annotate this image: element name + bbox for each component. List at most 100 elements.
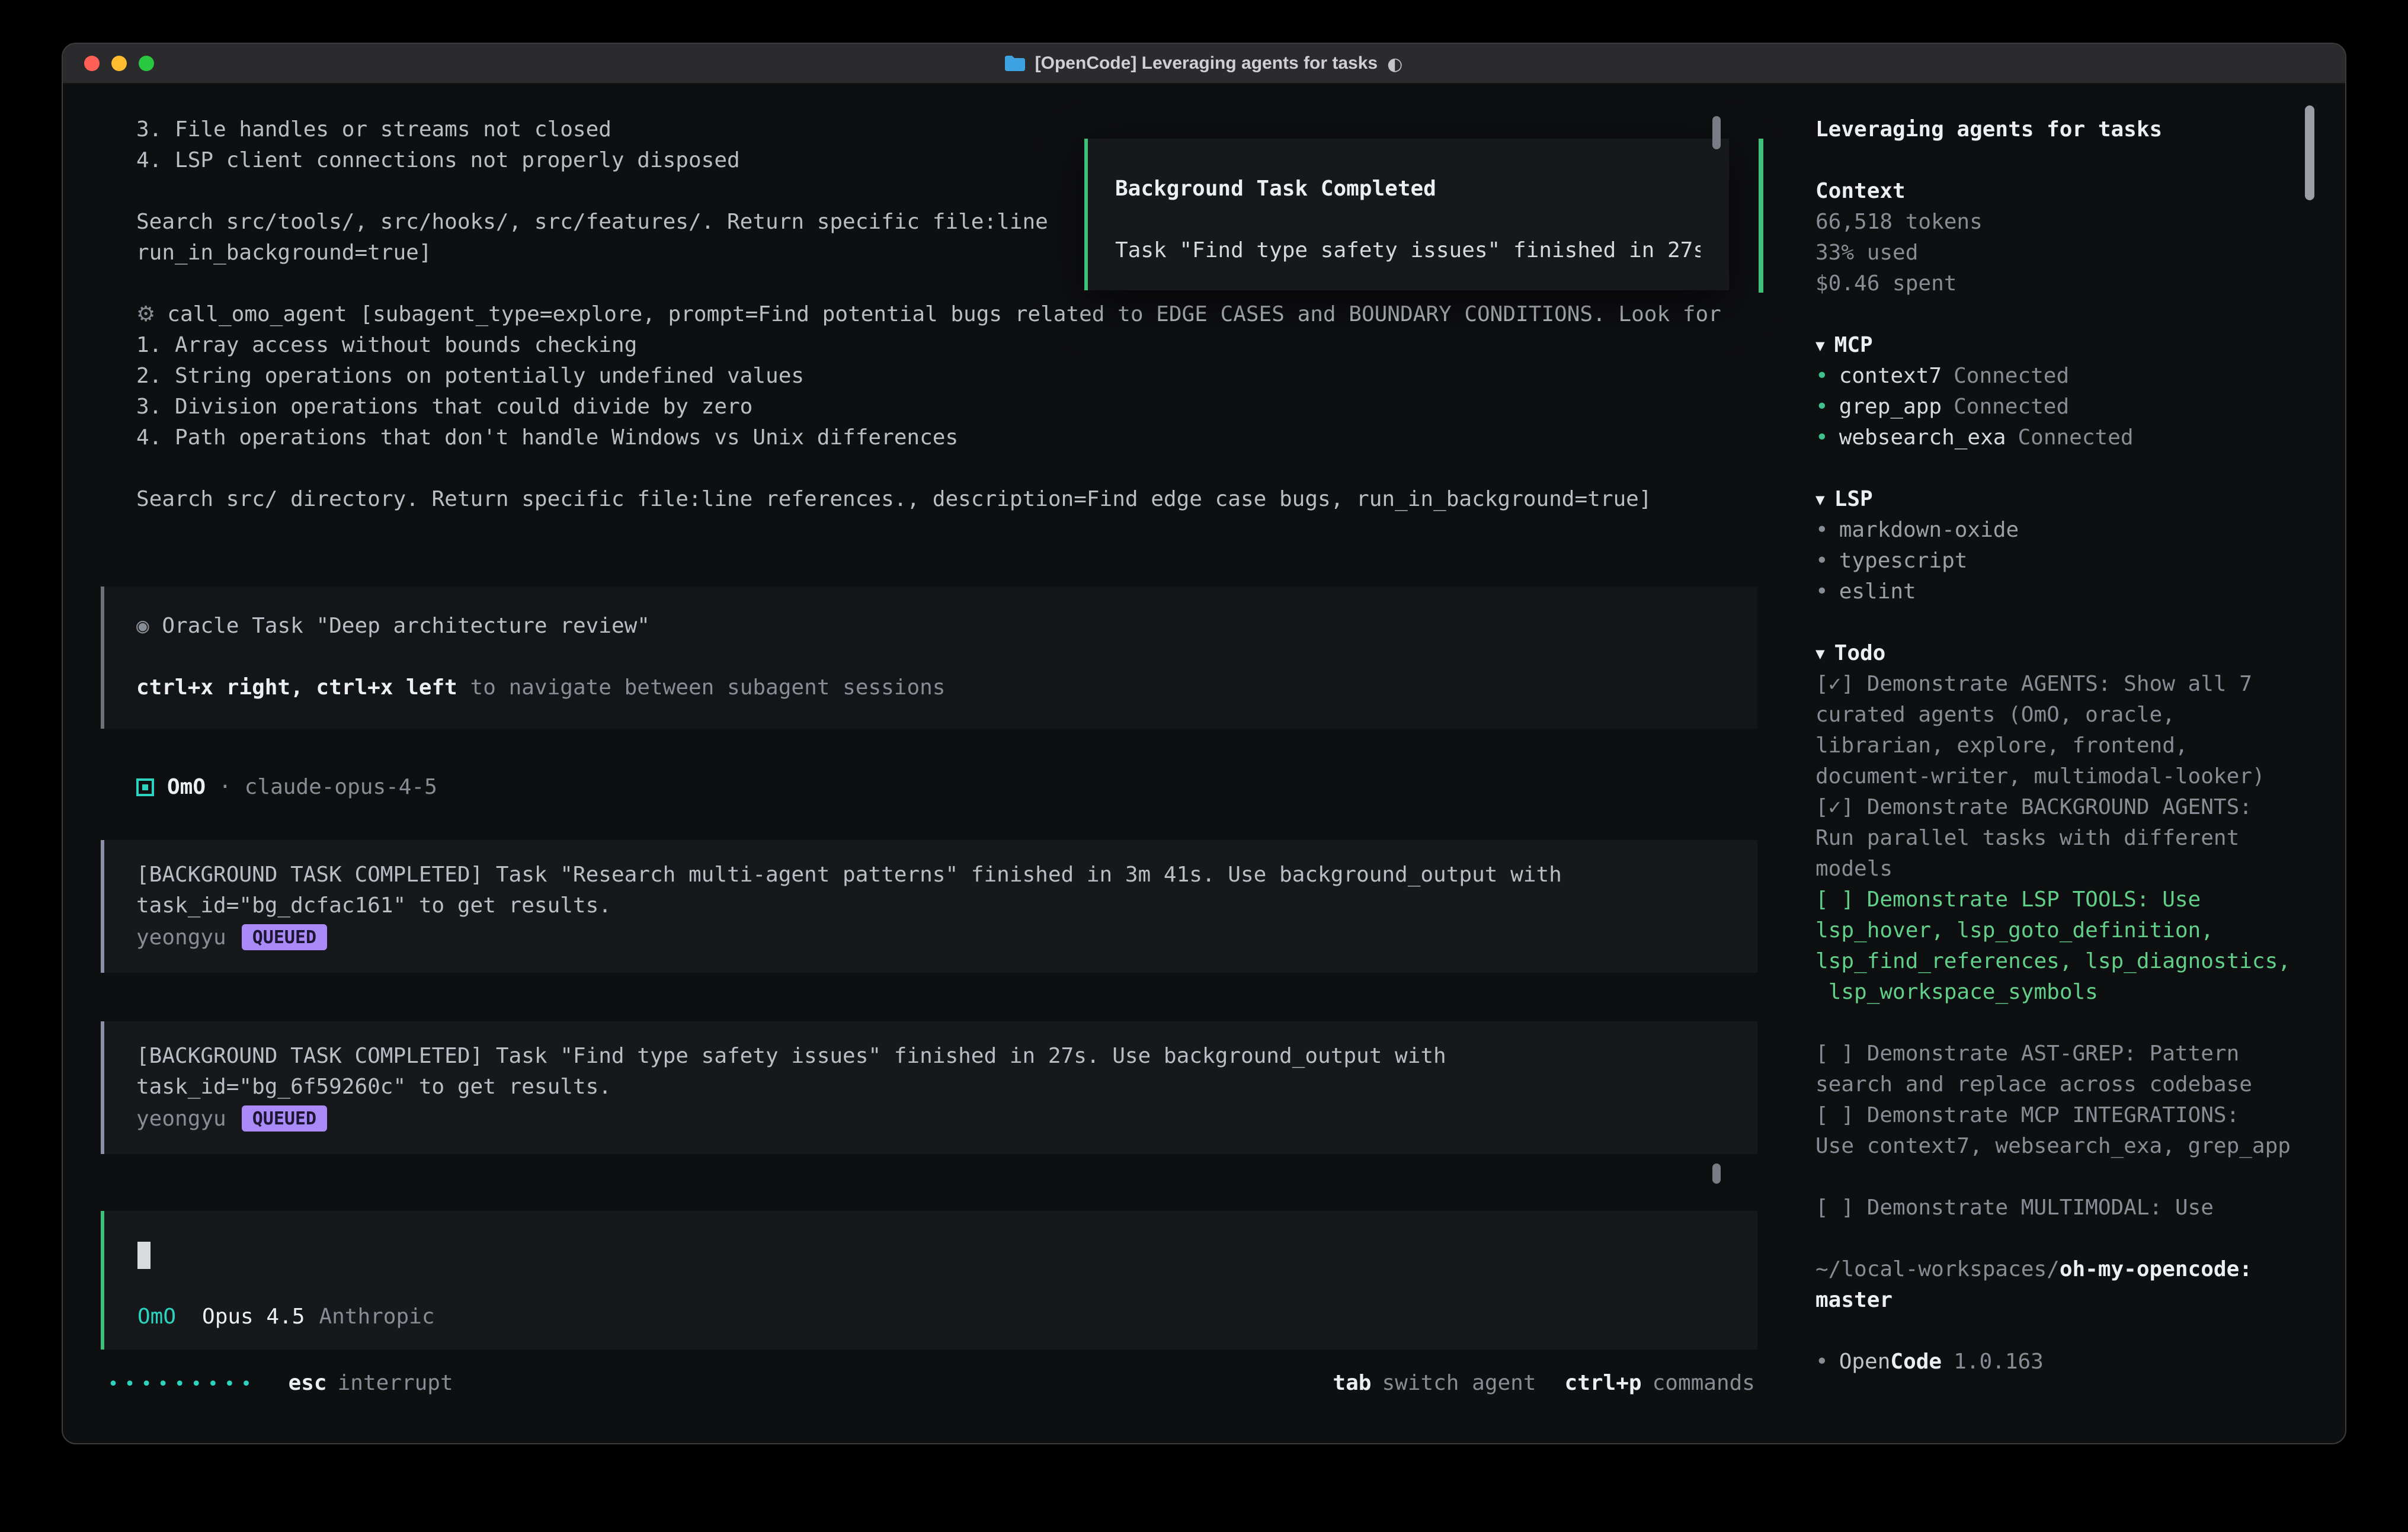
message-meta: yeongyu QUEUED [136, 1103, 1729, 1134]
mcp-status: Connected [1954, 364, 2069, 389]
close-button[interactable] [84, 56, 100, 71]
status-right: tab switch agent ctrl+p commands [1333, 1368, 1755, 1399]
todo-item: [✓] Demonstrate AGENTS: Show all 7 curat… [1815, 669, 2312, 793]
mcp-status: Connected [1954, 395, 2069, 419]
chat-pane: 3. File handles or streams not closed 4.… [63, 84, 1793, 1444]
notification-title: Background Task Completed [1115, 174, 1701, 205]
lsp-section-header[interactable]: ▼LSP [1815, 485, 2312, 515]
agent-name: OmO [167, 774, 206, 799]
sidebar-scrollbar-thumb[interactable] [2305, 105, 2314, 200]
text-cursor [137, 1242, 150, 1269]
todo-section-header[interactable]: ▼Todo [1815, 639, 2312, 669]
message-text: task_id="bg_dcfac161" to get results. [136, 891, 1729, 922]
mcp-item: •grep_appConnected [1815, 392, 2312, 423]
traffic-lights [84, 56, 154, 71]
bullet-icon: • [1815, 549, 1829, 573]
window-title-text: [OpenCode] Leveraging agents for tasks [1035, 53, 1378, 73]
chevron-down-icon: ▼ [1815, 332, 1825, 361]
background-task-message: [BACKGROUND TASK COMPLETED] Task "Resear… [101, 840, 1757, 973]
screen: [OpenCode] Leveraging agents for tasks ◐… [0, 0, 2408, 1532]
lsp-name: typescript [1839, 549, 1968, 573]
zoom-button[interactable] [139, 56, 154, 71]
prompt-input[interactable]: OmO Opus 4.5 Anthropic [101, 1211, 1757, 1350]
model-indicator: OmO Opus 4.5 Anthropic [137, 1302, 1757, 1333]
queued-badge: QUEUED [242, 924, 327, 950]
lsp-item: • typescript [1815, 546, 2312, 577]
terminal-line: 1. Array access without bounds checking [101, 331, 1757, 361]
tool-call-text: call_omo_agent [subagent_type=explore, p… [167, 302, 1721, 327]
model-provider: Anthropic [319, 1302, 434, 1333]
session-title: Leveraging agents for tasks [1815, 115, 2312, 146]
message-author: yeongyu [136, 925, 226, 950]
active-agent: OmO [137, 1302, 176, 1333]
tab-key-label: switch agent [1382, 1368, 1536, 1399]
ctrlp-key-hint: ctrl+p [1565, 1368, 1642, 1399]
mcp-status: Connected [2018, 425, 2133, 450]
message-text: [BACKGROUND TASK COMPLETED] Task "Resear… [136, 860, 1729, 891]
mcp-name: websearch_exa [1839, 425, 2006, 450]
window-title: [OpenCode] Leveraging agents for tasks ◐ [63, 44, 2345, 83]
minimize-button[interactable] [111, 56, 127, 71]
spinner-dots: ••••••••• [108, 1368, 258, 1399]
esc-key-hint: esc [289, 1368, 327, 1399]
ctrlp-key-label: commands [1653, 1368, 1755, 1399]
todo-item: [ ] Demonstrate MULTIMODAL: Use [1815, 1193, 2312, 1224]
chevron-down-icon: ▼ [1815, 486, 1825, 515]
lsp-name: markdown-oxide [1839, 518, 2019, 543]
tool-call-line: ⚙ call_omo_agent [subagent_type=explore, … [101, 300, 1757, 331]
terminal-line: 3. Division operations that could divide… [101, 392, 1757, 423]
terminal-line: 4. Path operations that don't handle Win… [101, 423, 1757, 454]
bullet-icon: • [1815, 1350, 1829, 1374]
gear-icon: ⚙ [136, 302, 155, 327]
bullet-icon: • [1815, 395, 1829, 419]
session-sidebar: Leveraging agents for tasks Context 66,5… [1793, 84, 2345, 1444]
todo-item-active: [ ] Demonstrate LSP TOOLS: Use lsp_hover… [1815, 885, 2312, 1008]
todo-item: [ ] Demonstrate MCP INTEGRATIONS: Use co… [1815, 1101, 2312, 1162]
bullet-icon: • [1815, 579, 1829, 604]
bullet-icon: • [1815, 364, 1829, 389]
scrollbar-thumb[interactable] [1712, 116, 1721, 149]
workspace-path: ~/local-workspaces/oh-my-opencode: [1815, 1255, 2312, 1286]
context-heading: Context [1815, 177, 2312, 207]
separator-dot: · [219, 774, 232, 799]
context-tokens: 66,518 tokens [1815, 207, 2312, 238]
context-spent: $0.46 spent [1815, 269, 2312, 300]
tab-key-hint: tab [1333, 1368, 1371, 1399]
context-used: 33% used [1815, 238, 2312, 269]
notification-body: Task "Find type safety issues" finished … [1115, 236, 1701, 267]
chevron-down-icon: ▼ [1815, 640, 1825, 669]
mcp-section-header[interactable]: ▼MCP [1815, 331, 2312, 361]
omo-agent-icon [136, 778, 154, 796]
message-meta: yeongyu QUEUED [136, 922, 1729, 953]
esc-key-label: interrupt [338, 1368, 453, 1399]
toast-notification: Background Task Completed Task "Find typ… [1084, 139, 1729, 290]
opencode-window: [OpenCode] Leveraging agents for tasks ◐… [62, 43, 2346, 1444]
shortcut-description: to navigate between subagent sessions [457, 675, 946, 700]
lsp-name: eslint [1839, 579, 1916, 604]
app-version: •OpenCode1.0.163 [1815, 1347, 2312, 1378]
notification-accent-bar [1759, 139, 1763, 293]
mcp-name: context7 [1839, 364, 1942, 389]
oracle-task-panel: ◉ Oracle Task "Deep architecture review"… [101, 586, 1757, 729]
workspace-branch: master [1815, 1286, 2312, 1316]
active-model: Opus 4.5 [202, 1302, 305, 1333]
window-content: 3. File handles or streams not closed 4.… [63, 84, 2345, 1444]
mcp-item: • context7 Connected [1815, 361, 2312, 392]
oracle-shortcut-hint: ctrl+x right, ctrl+x left to navigate be… [136, 673, 1729, 704]
half-moon-icon: ◐ [1387, 53, 1402, 74]
shortcut-keys: ctrl+x right, ctrl+x left [136, 675, 457, 700]
scrollbar-thumb[interactable] [1712, 1164, 1721, 1184]
lsp-item: • markdown-oxide [1815, 515, 2312, 546]
status-bar: ••••••••• esc interrupt tab switch agent… [101, 1350, 1757, 1444]
record-icon: ◉ [136, 614, 149, 639]
terminal-line: Search src/ directory. Return specific f… [101, 485, 1757, 515]
lsp-item: • eslint [1815, 577, 2312, 608]
bullet-icon: • [1815, 518, 1829, 543]
folder-icon [1006, 56, 1026, 71]
todo-item: [✓] Demonstrate BACKGROUND AGENTS: Run p… [1815, 793, 2312, 885]
titlebar: [OpenCode] Leveraging agents for tasks ◐ [63, 44, 2345, 84]
todo-item: [ ] Demonstrate AST-GREP: Pattern search… [1815, 1039, 2312, 1101]
message-author: yeongyu [136, 1106, 226, 1131]
mcp-item: • websearch_exa Connected [1815, 423, 2312, 454]
bullet-icon: • [1815, 425, 1829, 450]
